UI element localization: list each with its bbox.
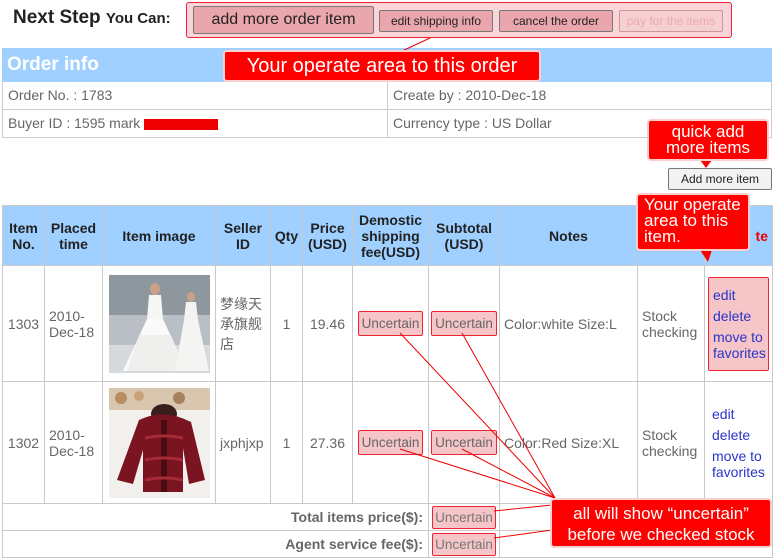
quick-add-line-2: more items bbox=[665, 138, 751, 157]
quick-add-callout: quick add more items bbox=[647, 119, 769, 161]
total-items-price-value: Uncertain bbox=[432, 505, 496, 529]
move-to-favorites-link[interactable]: move to favorites bbox=[713, 329, 766, 361]
header-item-no: Item No. bbox=[2, 205, 45, 266]
subtotal-cell: Uncertain bbox=[428, 265, 500, 382]
pay-for-items-button: pay for the items bbox=[619, 10, 723, 32]
subtotal-cell: Uncertain bbox=[428, 381, 500, 504]
buyer-id-cell: Buyer ID : 1595 mark bbox=[3, 110, 387, 137]
redaction-bar bbox=[144, 118, 219, 130]
order-number: Order No. : 1783 bbox=[8, 87, 113, 103]
item-status: Stock checking bbox=[637, 265, 705, 382]
header-notes: Notes bbox=[499, 205, 638, 266]
shipping-fee-uncertain: Uncertain bbox=[357, 311, 424, 336]
subtotal-uncertain: Uncertain bbox=[431, 430, 497, 455]
item-image-cell bbox=[102, 265, 216, 382]
placed-time: 2010-Dec-18 bbox=[44, 381, 103, 504]
agent-service-fee-cell: Uncertain bbox=[428, 530, 500, 558]
edit-shipping-info-button[interactable]: edit shipping info bbox=[379, 10, 493, 32]
table-row: 1302 2010-Dec-18 jxphjxp 1 27.36 Uncerta… bbox=[2, 381, 773, 504]
item-notes: Color:Red Size:XL bbox=[499, 381, 638, 504]
item-actions-cell: edit delete move to favorites bbox=[704, 265, 773, 382]
shipping-fee-cell: Uncertain bbox=[352, 381, 429, 504]
header-shipping-fee: Demostic shipping fee(USD) bbox=[352, 205, 429, 266]
item-status: Stock checking bbox=[637, 381, 705, 504]
next-step-heading: Next Step You Can: bbox=[13, 7, 171, 29]
next-step-suffix: You Can: bbox=[105, 10, 171, 27]
price: 19.46 bbox=[302, 265, 353, 382]
agent-service-fee-label: Agent service fee($): bbox=[2, 530, 429, 558]
item-no: 1302 bbox=[2, 381, 45, 504]
item-operate-area-callout: Your operate area to this item. bbox=[636, 193, 750, 251]
seller-id: jxphjxp bbox=[215, 381, 271, 504]
seller-id: 梦缘天承旗舰店 bbox=[215, 265, 271, 382]
item-actions-cell: edit delete move to favorites bbox=[704, 381, 773, 504]
move-to-favorites-link[interactable]: move to favorites bbox=[712, 448, 765, 480]
red-jacket-photo[interactable] bbox=[108, 387, 210, 498]
item-image-cell bbox=[102, 381, 216, 504]
uncertain-note-callout: all will show “uncertain” before we chec… bbox=[550, 498, 772, 548]
cancel-order-button[interactable]: cancel the order bbox=[499, 10, 613, 32]
subtotal-uncertain: Uncertain bbox=[431, 311, 497, 336]
edit-item-link[interactable]: edit bbox=[713, 287, 764, 303]
add-more-order-item-button[interactable]: add more order item bbox=[193, 6, 374, 34]
shipping-fee-cell: Uncertain bbox=[352, 265, 429, 382]
placed-time: 2010-Dec-18 bbox=[44, 265, 103, 382]
item-actions: edit delete move to favorites bbox=[705, 397, 772, 489]
item-operate-line-3: item. bbox=[644, 227, 681, 246]
quantity: 1 bbox=[270, 265, 303, 382]
buyer-id: Buyer ID : 1595 mark bbox=[8, 115, 141, 131]
shipping-fee-uncertain: Uncertain bbox=[357, 430, 424, 455]
add-more-item-button[interactable]: Add more item bbox=[668, 168, 772, 190]
header-item-image: Item image bbox=[102, 205, 216, 266]
order-info-row: Order No. : 1783 Create by : 2010-Dec-18 bbox=[2, 82, 772, 110]
header-price: Price (USD) bbox=[302, 205, 353, 266]
order-operate-area-callout: Your operate area to this order bbox=[223, 50, 541, 82]
delete-item-link[interactable]: delete bbox=[712, 427, 765, 443]
uncertain-note-line-1: all will show “uncertain” bbox=[573, 504, 749, 523]
total-items-price-cell: Uncertain bbox=[428, 503, 500, 531]
header-qty: Qty bbox=[270, 205, 303, 266]
price: 27.36 bbox=[302, 381, 353, 504]
order-action-panel: add more order item edit shipping info c… bbox=[186, 2, 732, 38]
header-seller-id: Seller ID bbox=[215, 205, 271, 266]
item-notes: Color:white Size:L bbox=[499, 265, 638, 382]
quantity: 1 bbox=[270, 381, 303, 504]
edit-item-link[interactable]: edit bbox=[712, 406, 765, 422]
item-no: 1303 bbox=[2, 265, 45, 382]
total-items-price-label: Total items price($): bbox=[2, 503, 429, 531]
next-step-bar: Next Step You Can: add more order item e… bbox=[0, 0, 776, 40]
order-created-date: Create by : 2010-Dec-18 bbox=[387, 82, 771, 109]
header-placed-time: Placed time bbox=[44, 205, 103, 266]
table-row: 1303 2010-Dec-18 梦缘天承旗舰店 1 19.46 Uncerta… bbox=[2, 265, 773, 382]
item-actions: edit delete move to favorites bbox=[708, 276, 769, 371]
next-step-label: Next Step bbox=[13, 7, 101, 28]
delete-item-link[interactable]: delete bbox=[713, 308, 764, 324]
header-subtotal: Subtotal (USD) bbox=[428, 205, 500, 266]
wedding-dress-photo[interactable] bbox=[108, 274, 210, 373]
uncertain-note-line-2: before we checked stock bbox=[567, 525, 755, 544]
agent-service-fee-value: Uncertain bbox=[432, 532, 496, 556]
